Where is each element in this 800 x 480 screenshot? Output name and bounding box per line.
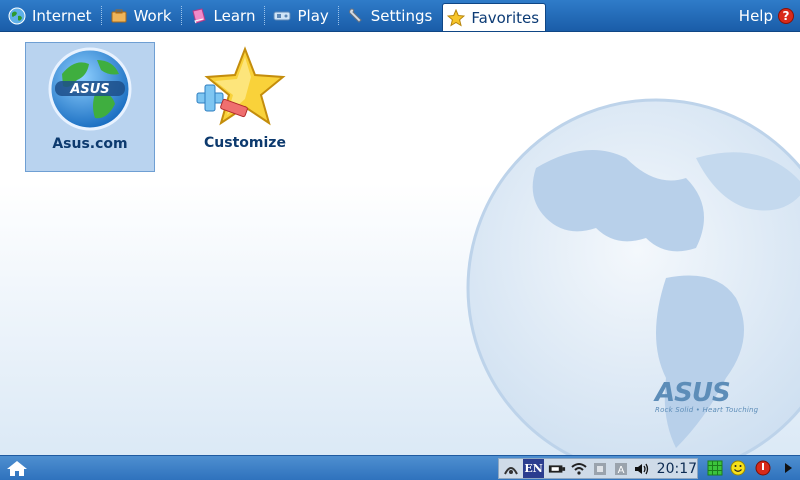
globe-icon [8,7,26,24]
asus-watermark-logo: ASUS [655,378,731,408]
help-button[interactable]: Help ? [739,0,800,31]
customize-star-icon [196,46,286,126]
wrench-icon [348,7,362,23]
tab-label: Play [297,6,329,25]
tab-favorites[interactable]: Favorites [442,3,547,31]
asus-globe-icon: ASUS [48,47,132,131]
home-icon[interactable] [6,459,28,478]
gamepad-icon [273,11,291,20]
briefcase-icon [111,9,127,22]
help-icon: ? [778,7,794,24]
app-label: Asus.com [52,136,128,152]
power-icon[interactable] [755,460,771,476]
memory-icon[interactable] [591,461,608,477]
tab-work[interactable]: Work [102,0,182,31]
tab-settings[interactable]: Settings [339,0,443,31]
task-bar: EN A 20:17 [0,455,800,480]
keyboard-icon[interactable]: A [612,461,629,477]
star-icon [447,8,466,27]
app-label: Customize [204,135,286,151]
clock: 20:17 [656,460,698,477]
asus-watermark-tagline: Rock Solid • Heart Touching [655,406,759,414]
tab-bar: Internet Work Learn Play Settings Favori… [0,0,800,32]
svg-text:A: A [618,465,625,476]
tab-label: Work [133,6,172,25]
favorites-panel: ASUS Rock Solid • Heart Touching ASUS As… [0,33,800,455]
tab-label: Internet [32,6,92,25]
battery-icon[interactable] [548,461,566,477]
language-icon[interactable]: EN [523,459,545,478]
arrow-right-icon[interactable] [780,460,796,476]
svg-text:ASUS: ASUS [69,82,109,97]
network-icon[interactable] [502,461,519,477]
tab-label: Favorites [471,8,540,27]
asus-watermark: ASUS Rock Solid • Heart Touching [655,378,758,414]
tab-play[interactable]: Play [265,0,339,31]
system-tray: EN A 20:17 [498,458,698,479]
tab-learn[interactable]: Learn [182,0,266,31]
app-asus-com[interactable]: ASUS Asus.com [25,42,155,172]
grid-icon[interactable] [707,460,723,476]
tab-label: Learn [213,6,256,25]
book-icon [191,7,206,24]
wifi-icon[interactable] [570,461,587,477]
tab-internet[interactable]: Internet [0,0,102,31]
tab-label: Settings [370,6,433,25]
help-label: Help [738,6,773,25]
app-customize[interactable]: Customize [180,42,310,172]
volume-icon[interactable] [634,461,651,477]
smiley-icon[interactable] [730,460,746,476]
